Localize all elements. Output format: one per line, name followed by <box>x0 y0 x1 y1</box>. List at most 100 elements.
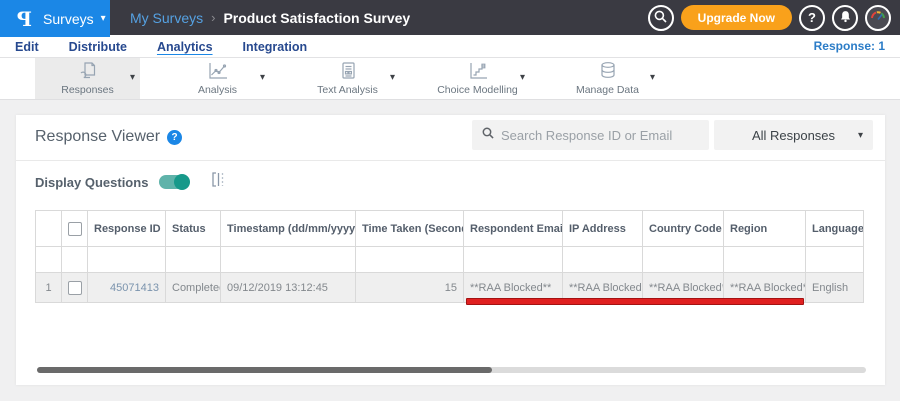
page-title: Response Viewer <box>35 128 161 145</box>
questionpro-logo-icon: P <box>17 6 33 31</box>
horizontal-scrollbar-track[interactable] <box>37 367 866 373</box>
column-header-language: Language <box>805 210 864 247</box>
column-header-timestamp[interactable]: Timestamp (dd/mm/yyyy)⇅ <box>220 210 356 247</box>
toolbar-item-choice-modelling[interactable]: Choice Modelling ▾ <box>425 58 530 99</box>
display-questions-label: Display Questions <box>35 174 149 190</box>
breadcrumb: My Surveys › Product Satisfaction Survey <box>130 10 410 26</box>
chevron-down-icon[interactable]: ▾ <box>390 72 395 83</box>
row-number-cell: 1 <box>35 272 62 303</box>
column-header-status: Status <box>165 210 221 247</box>
breadcrumb-survey-title: Product Satisfaction Survey <box>223 9 411 26</box>
display-questions-toggle[interactable] <box>159 174 191 190</box>
page: P Surveys ▾ My Surveys › Product Satisfa… <box>0 0 900 401</box>
chevron-down-icon: ▾ <box>100 13 106 24</box>
user-avatar[interactable] <box>865 4 891 31</box>
filter-cell[interactable] <box>642 246 724 273</box>
chevron-down-icon: ▾ <box>857 129 863 141</box>
top-bar-actions: Upgrade Now ? <box>647 0 891 35</box>
toolbar-item-analysis[interactable]: Analysis ▾ <box>165 58 270 99</box>
choice-modelling-icon <box>466 61 490 81</box>
filter-cell[interactable] <box>165 246 221 273</box>
response-id-link[interactable]: 45071413 <box>110 282 159 294</box>
surveys-menu-label: Surveys <box>43 10 94 27</box>
chevron-down-icon[interactable]: ▾ <box>650 72 655 83</box>
filter-cell[interactable] <box>355 246 464 273</box>
survey-nav-tabs: Edit Distribute Analytics Integration Re… <box>0 35 900 58</box>
responses-table: Response ID▼ Status Timestamp (dd/mm/yyy… <box>35 210 864 303</box>
table-filter-row <box>35 246 864 273</box>
column-header-region: Region <box>723 210 806 247</box>
column-header-ip-address: IP Address <box>562 210 643 247</box>
text-analysis-icon <box>338 61 358 81</box>
toolbar-item-manage-data[interactable]: Manage Data ▾ <box>555 58 660 99</box>
response-viewer-panel: Response Viewer ? All Responses ▾ Displa… <box>16 115 885 385</box>
notifications-button[interactable] <box>832 4 858 31</box>
analysis-icon <box>206 61 230 81</box>
search-button[interactable] <box>647 4 674 31</box>
toolbar-label: Text Analysis <box>317 84 378 96</box>
freeze-columns-button[interactable] <box>210 171 226 193</box>
table-header-row: Response ID▼ Status Timestamp (dd/mm/yyy… <box>35 210 864 247</box>
filter-cell[interactable] <box>805 246 864 273</box>
chevron-down-icon[interactable]: ▾ <box>130 72 135 83</box>
timestamp-cell: 09/12/2019 13:12:45 <box>220 272 356 303</box>
response-id-cell: 45071413 <box>87 272 166 303</box>
filter-cell <box>61 246 88 273</box>
product-logo-menu[interactable]: P Surveys ▾ <box>0 0 110 37</box>
chevron-down-icon[interactable]: ▾ <box>520 72 525 83</box>
column-header-respondent-email: Respondent Email <box>463 210 563 247</box>
column-header-response-id[interactable]: Response ID▼ <box>87 210 166 247</box>
toolbar-item-responses[interactable]: Responses ▾ <box>35 58 140 99</box>
help-button[interactable]: ? <box>799 4 825 31</box>
title-help-icon[interactable]: ? <box>167 129 183 145</box>
filter-cell <box>35 246 62 273</box>
bell-icon <box>839 10 852 26</box>
tab-analytics[interactable]: Analytics <box>157 39 213 54</box>
chevron-down-icon[interactable]: ▾ <box>260 72 265 83</box>
toolbar-label: Analysis <box>197 84 238 96</box>
select-all-checkbox[interactable] <box>68 221 82 236</box>
upgrade-now-button[interactable]: Upgrade Now <box>680 5 792 30</box>
search-icon <box>482 126 494 144</box>
tab-edit[interactable]: Edit <box>15 39 39 54</box>
display-questions-row: Display Questions <box>35 171 226 193</box>
manage-data-icon <box>597 61 619 81</box>
freeze-columns-icon <box>210 171 226 193</box>
toggle-knob <box>174 174 191 190</box>
search-response-input[interactable] <box>501 127 699 143</box>
row-select-cell <box>61 272 88 303</box>
responses-icon <box>77 61 99 81</box>
column-header-time-taken[interactable]: Time Taken (Seconds)⇅ <box>355 210 464 247</box>
status-cell: Completed <box>165 272 221 303</box>
language-cell: English <box>805 272 864 303</box>
search-icon <box>654 10 667 26</box>
all-responses-label: All Responses <box>751 127 836 143</box>
top-bar: P Surveys ▾ My Surveys › Product Satisfa… <box>0 0 900 37</box>
breadcrumb-separator-icon: › <box>211 10 216 25</box>
column-header-country-code: Country Code <box>642 210 724 247</box>
row-checkbox[interactable] <box>68 280 82 295</box>
time-taken-cell: 15 <box>355 272 464 303</box>
toolbar-item-text-analysis[interactable]: Text Analysis ▾ <box>295 58 400 99</box>
tab-distribute[interactable]: Distribute <box>69 39 127 54</box>
toolbar-label: Manage Data <box>575 84 640 96</box>
response-count: Response: 1 <box>813 39 885 53</box>
analytics-toolbar: Responses ▾ Analysis ▾ Text Analysis ▾ C… <box>0 58 900 100</box>
all-responses-dropdown[interactable]: All Responses ▾ <box>714 120 873 150</box>
filter-cell[interactable] <box>87 246 166 273</box>
filter-cell[interactable] <box>463 246 563 273</box>
avatar-rainbow-gauge-icon <box>869 7 887 28</box>
select-all-header <box>61 210 88 247</box>
question-mark-icon: ? <box>808 10 816 25</box>
divider <box>16 160 885 161</box>
horizontal-scrollbar-thumb[interactable] <box>37 367 492 373</box>
breadcrumb-my-surveys[interactable]: My Surveys <box>130 10 203 26</box>
panel-title-row: Response Viewer ? <box>35 128 183 146</box>
tab-integration[interactable]: Integration <box>243 39 308 54</box>
row-number-header <box>35 210 62 247</box>
filter-cell[interactable] <box>723 246 806 273</box>
filter-cell[interactable] <box>562 246 643 273</box>
toolbar-label: Responses <box>61 84 114 96</box>
filter-cell[interactable] <box>220 246 356 273</box>
toolbar-label: Choice Modelling <box>437 84 518 96</box>
